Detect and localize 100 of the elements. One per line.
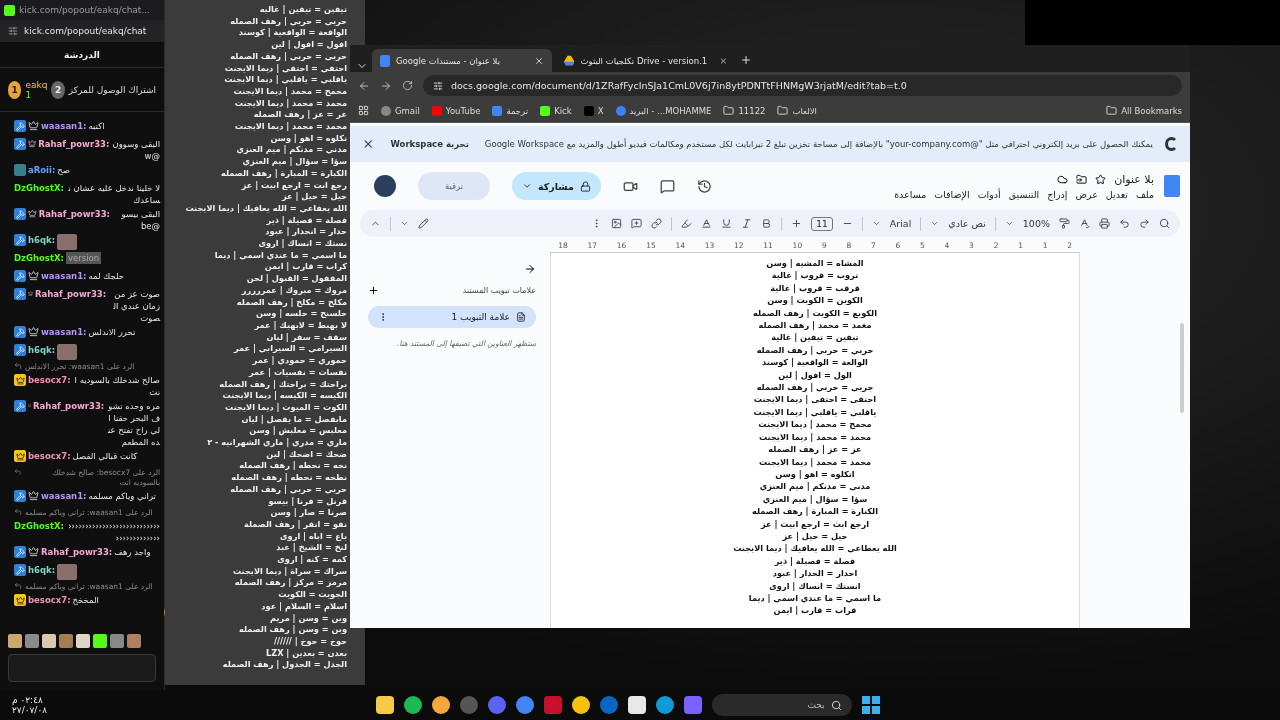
highlighter-icon[interactable] [681,218,693,229]
address-bar[interactable]: docs.google.com/document/d/1ZRafFycInSJa1CmL0V6j7in8ytPDNTtFHNMgW3rjatM/edit?tab=t.0 [423,75,1182,96]
pencil-icon[interactable] [418,218,429,229]
plus-icon[interactable] [791,218,803,229]
font-select[interactable]: Arial [889,218,912,229]
link-icon[interactable] [651,218,663,229]
underline-icon[interactable] [721,218,733,229]
document-line: احدار = الحدار | عبود [772,567,858,580]
app-icon[interactable] [403,696,422,714]
chat-username[interactable]: besocx7: [28,374,71,386]
bookmark-link[interactable]: Kick [540,105,572,116]
windows-logo-icon[interactable] [861,696,880,714]
comment-icon[interactable] [659,178,675,194]
app-icon[interactable] [571,696,590,714]
document-tab[interactable]: علامة التبويب 1 [368,306,536,328]
document-title[interactable]: بلا عنوان [1114,172,1154,186]
paint-roller-icon[interactable] [1059,218,1070,229]
browser-tab[interactable]: بلا عنوان - مستندات Google [372,49,552,72]
image-icon[interactable] [611,218,623,229]
menu-item[interactable]: عرض [1075,188,1098,200]
bold-icon[interactable] [761,218,773,229]
reload-icon[interactable] [402,80,413,91]
clock-time[interactable]: ٠٢:٤٨ م [12,695,43,705]
chat-username[interactable]: Rahaf_powr33: [38,138,110,150]
app-icon[interactable] [655,696,674,714]
close-icon[interactable] [362,137,375,151]
bookmark-link[interactable]: الالعاب [777,105,817,116]
caret-icon[interactable] [400,219,409,228]
plus-icon[interactable] [368,285,379,296]
italic-icon[interactable] [741,218,753,229]
app-icon[interactable] [431,696,450,714]
font-size-field[interactable]: 11 [811,216,833,231]
apps-icon[interactable] [358,105,369,116]
browser-tab[interactable]: Drive - version.1 تكلجيات البثوث [556,49,736,72]
chat-username[interactable]: Rahaf_powr33: [34,288,107,300]
play-icon [431,105,442,116]
app-icon[interactable] [627,696,646,714]
app-icon[interactable] [375,696,394,714]
back-arrow-icon[interactable] [524,263,536,275]
share-button[interactable]: مشاركة [512,172,601,200]
menu-item[interactable]: التنسيق [1008,188,1040,200]
site-settings-icon[interactable] [8,26,18,36]
search-icon[interactable] [1159,218,1170,229]
chat-username[interactable]: waasan1: [41,490,87,502]
bookmark-link[interactable]: X [583,105,604,116]
chat-username[interactable]: h6qk: [28,564,56,576]
caret-icon[interactable] [1004,219,1014,228]
chat-username[interactable]: Rahaf_powr33: [38,208,110,220]
taskbar-search-field[interactable]: بحث [711,694,852,716]
avatar-placeholder[interactable] [374,175,396,197]
back-icon[interactable] [358,79,370,92]
menu-item[interactable]: مساعدة [894,188,927,200]
bookmark-link[interactable]: YouTube [431,105,481,116]
menu-item[interactable]: الإضافات [934,188,970,200]
chat-username[interactable]: aRoii: [28,164,56,176]
menu-item[interactable]: إدراج [1047,188,1068,200]
upgrade-button[interactable]: ترقية [418,172,490,200]
chat-username[interactable]: besocx7: [28,594,71,606]
spellcheck-icon[interactable] [1079,218,1090,229]
menu-item[interactable]: ملف [1135,188,1154,200]
history-icon[interactable] [696,178,712,194]
close-icon[interactable] [534,55,544,66]
chat-username[interactable]: DzGhostX: [14,252,64,264]
chat-username[interactable]: waasan1: [41,326,87,338]
all-bookmarks-link[interactable]: All Bookmarks [1106,105,1182,116]
site-settings-icon[interactable] [433,80,443,91]
bookmark-link[interactable]: ترجمة [492,105,529,116]
list-line: الجدل = الجدول | رهف الصمله [221,659,347,672]
new-tab-icon[interactable] [740,54,752,66]
chat-username[interactable]: waasan1: [41,270,87,282]
print-icon[interactable] [1099,218,1110,229]
forward-icon[interactable] [380,79,392,92]
chat-username[interactable]: h6qk: [28,234,56,246]
chat-username[interactable]: DzGhostX: [14,520,64,532]
caret-icon[interactable] [871,219,881,228]
chat-username[interactable]: Rahaf_powr33: [41,546,113,558]
chat-username[interactable]: Rahaf_powr33: [33,400,105,412]
chat-input-field[interactable] [8,654,156,682]
clock-date[interactable]: ٢٧/٠٧/٠٨ [12,705,48,715]
bookmark-link[interactable]: MOHAMME... - البريد [615,105,712,116]
move-folder-icon[interactable] [1076,173,1088,185]
bookmark-link[interactable]: Gmail [381,105,420,116]
text-color-icon[interactable] [701,218,713,229]
undo-icon[interactable] [1119,218,1130,229]
add-comment-icon[interactable] [631,218,643,229]
redo-icon[interactable] [1139,218,1150,229]
bookmark-link[interactable]: 11122 [723,105,766,116]
chat-username[interactable]: h6qk: [28,344,56,356]
try-workspace-link[interactable]: تجربة Workspace [386,137,473,151]
chat-username[interactable]: waasan1: [41,120,87,132]
caret-icon[interactable] [930,219,940,228]
scrollbar[interactable] [1180,323,1184,413]
star-icon[interactable] [1095,173,1107,185]
menu-item[interactable]: أدوات [977,188,1001,200]
style-select[interactable]: نص عادي [948,218,986,229]
close-icon[interactable] [719,55,728,66]
chat-username[interactable]: besocx7: [28,450,71,462]
menu-item[interactable]: تعديل [1105,188,1128,200]
chat-username[interactable]: DzGhostX: [14,182,64,194]
zoom-select[interactable]: 100% [1022,218,1050,229]
